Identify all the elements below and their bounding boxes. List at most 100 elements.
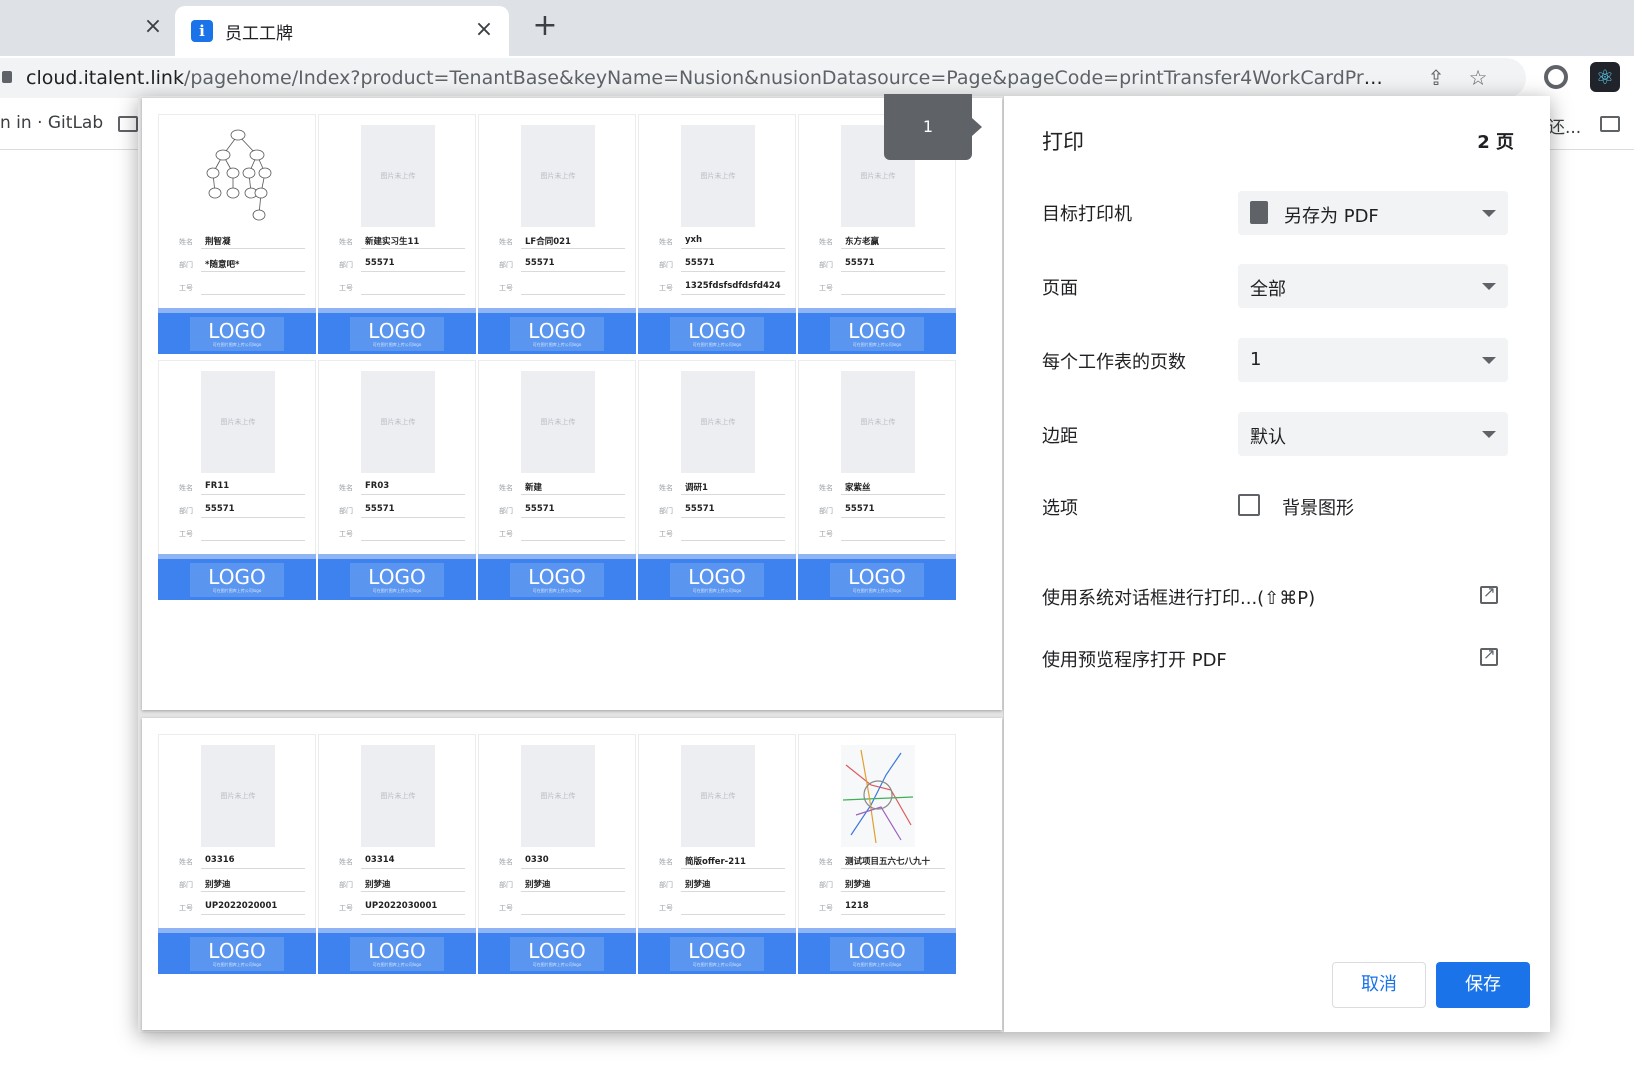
id-field-label: 工号	[819, 284, 833, 292]
pages-value: 全部	[1250, 279, 1286, 300]
company-logo: LOGO 可在图片图库上传公司logo	[830, 937, 924, 971]
dept-field-underline	[681, 271, 785, 272]
dept-field-value: 55571	[525, 258, 555, 268]
name-field-underline	[681, 248, 785, 249]
system-dialog-label: 使用系统对话框进行打印...(⇧⌘P)	[1042, 588, 1316, 609]
employee-photo: 图片未上传	[681, 371, 755, 473]
destination-select[interactable]: 另存为 PDF	[1238, 191, 1508, 235]
previous-tab-close-icon[interactable]: ×	[140, 14, 166, 40]
dept-field-value: 55571	[365, 258, 395, 268]
dept-field-label: 部门	[179, 261, 193, 269]
id-field: 工号	[659, 901, 785, 915]
logo-hint: 可在图片图库上传公司logo	[692, 962, 742, 967]
preview-page-1: 姓名 荆智凝 部门 *随意吧* 工号 LOGO 可在图片图库上传公司logo 图片未上传 姓名新…	[142, 98, 1002, 710]
employee-card: 图片未上传 姓名 FR03 部门 55571 工号 LOGO 可在图片图库上传公司logo	[318, 360, 476, 600]
logo-text: LOGO	[528, 565, 586, 589]
employee-photo: 图片未上传	[361, 371, 435, 473]
pages-per-sheet-value: 1	[1250, 349, 1262, 370]
dept-field-underline	[361, 891, 465, 892]
id-field-value: UP2022030001	[365, 901, 438, 911]
org-tree-image	[206, 129, 272, 221]
name-field-value: 简版offer-211	[685, 857, 746, 867]
company-logo: LOGO 可在图片图库上传公司logo	[670, 937, 764, 971]
tab-close-icon[interactable]: ×	[471, 17, 497, 43]
employee-photo: 图片未上传	[521, 371, 595, 473]
dept-field-label: 部门	[499, 881, 513, 889]
dropdown-arrow-icon	[1482, 357, 1496, 364]
logo-hint: 可在图片图库上传公司logo	[532, 962, 582, 967]
name-field-label: 姓名	[819, 484, 833, 492]
id-field-underline	[841, 294, 945, 295]
print-title: 打印	[1042, 130, 1084, 154]
pages-per-sheet-select[interactable]: 1	[1238, 338, 1508, 382]
bookmark-star-icon[interactable]: ☆	[1464, 64, 1492, 92]
logo-hint: 可在图片图库上传公司logo	[532, 342, 582, 347]
dept-field-underline	[841, 891, 945, 892]
address-bar[interactable]: cloud.italent.link/pagehome/Index?produc…	[0, 58, 1526, 98]
id-field-value: 1218	[845, 901, 869, 911]
logo-text: LOGO	[848, 939, 906, 963]
logo-hint: 可在图片图库上传公司logo	[212, 588, 262, 593]
dept-field-label: 部门	[339, 261, 353, 269]
logo-hint: 可在图片图库上传公司logo	[852, 962, 902, 967]
dept-field: 部门 55571	[179, 504, 305, 518]
id-field-label: 工号	[499, 904, 513, 912]
info-favicon-icon: i	[191, 20, 213, 42]
pages-select[interactable]: 全部	[1238, 264, 1508, 308]
folder-icon[interactable]	[1600, 116, 1620, 132]
id-field: 工号 1218	[819, 901, 945, 915]
name-field-underline	[201, 868, 305, 869]
logo-hint: 可在图片图库上传公司logo	[372, 962, 422, 967]
logo-hint: 可在图片图库上传公司logo	[852, 588, 902, 593]
margins-select[interactable]: 默认	[1238, 412, 1508, 456]
dept-field: 部门 55571	[819, 258, 945, 272]
background-graphics-label[interactable]: 背景图形	[1282, 494, 1354, 520]
logo-text: LOGO	[688, 319, 746, 343]
bookmark-gitlab[interactable]: n in · GitLab	[0, 113, 103, 133]
id-field-underline	[841, 540, 945, 541]
browser-toolbar: cloud.italent.link/pagehome/Index?produc…	[0, 56, 1634, 98]
folder-icon[interactable]	[118, 116, 138, 132]
dept-field: 部门 别梦迪	[339, 878, 465, 892]
employee-photo: 图片未上传	[521, 745, 595, 847]
dept-field-underline	[841, 271, 945, 272]
logo-band: LOGO 可在图片图库上传公司logo	[798, 308, 956, 354]
new-tab-plus-icon[interactable]: +	[530, 11, 560, 42]
background-graphics-checkbox[interactable]	[1238, 494, 1260, 516]
open-preview-link[interactable]: 使用预览程序打开 PDF	[1042, 644, 1508, 672]
id-field: 工号 UP2022030001	[339, 901, 465, 915]
margins-value: 默认	[1250, 427, 1286, 448]
employee-photo: 图片未上传	[201, 371, 275, 473]
logo-text: LOGO	[688, 565, 746, 589]
name-field-value: LF合同021	[525, 237, 571, 247]
lock-icon[interactable]	[2, 71, 12, 83]
logo-band: LOGO 可在图片图库上传公司logo	[478, 554, 636, 600]
name-field-underline	[841, 494, 945, 495]
name-field-value: 新建实习生11	[365, 237, 420, 247]
logo-band: LOGO 可在图片图库上传公司logo	[478, 308, 636, 354]
name-field: 姓名 家紫丝	[819, 481, 945, 495]
url-text[interactable]: cloud.italent.link/pagehome/Index?produc…	[26, 67, 1386, 89]
name-field-underline	[361, 248, 465, 249]
cancel-button[interactable]: 取消	[1332, 962, 1426, 1008]
dept-field-label: 部门	[499, 507, 513, 515]
dept-field-label: 部门	[339, 507, 353, 515]
share-icon[interactable]: ⇪	[1422, 64, 1450, 92]
extension-ring-icon[interactable]	[1544, 65, 1568, 89]
id-field-label: 工号	[179, 530, 193, 538]
open-preview-label: 使用预览程序打开 PDF	[1042, 650, 1227, 671]
name-field-value: 东方老赢	[845, 237, 880, 247]
active-tab[interactable]: i 员工工牌 ×	[175, 6, 509, 56]
save-button[interactable]: 保存	[1436, 962, 1530, 1008]
name-field-value: 03316	[205, 855, 235, 865]
react-devtools-icon[interactable]: ⚛	[1590, 62, 1620, 92]
dept-field: 部门 别梦迪	[499, 878, 625, 892]
name-field: 姓名 03316	[179, 855, 305, 869]
system-dialog-link[interactable]: 使用系统对话框进行打印...(⇧⌘P)	[1042, 582, 1508, 610]
open-external-icon	[1480, 583, 1498, 604]
pages-per-sheet-label: 每个工作表的页数	[1042, 352, 1186, 373]
name-field-label: 姓名	[819, 238, 833, 246]
bookmark-truncated[interactable]: 还...	[1548, 113, 1581, 138]
employee-photo: 图片未上传	[201, 745, 275, 847]
print-preview[interactable]: 姓名 荆智凝 部门 *随意吧* 工号 LOGO 可在图片图库上传公司logo 图片未上传 姓名新…	[138, 94, 1004, 1032]
